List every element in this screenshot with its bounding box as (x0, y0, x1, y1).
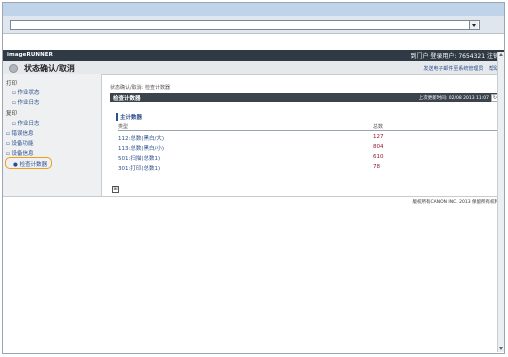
counter-type: 301:打印(总数1) (118, 166, 161, 172)
column-header-type: 类型 (118, 124, 129, 130)
user-area: 到门户 登录用户: 7654321 注销 (410, 51, 499, 60)
table-row: 113:总数(黑白/小) 804 (118, 143, 498, 152)
top-links: 发送电子邮件至系统管理员 帮助 (419, 65, 499, 72)
sidebar: 打印 ▫ 作业状态 ▫ 作业日志 复印 ▫ 作业日志 ▫ 错误信息 ▫ 设备功能… (3, 74, 102, 196)
counter-type: 501:扫描(总数1) (118, 156, 161, 162)
brand-logo: imageRUNNER (7, 52, 53, 58)
chevron-down-icon (472, 24, 476, 27)
sidebar-item-check-counter[interactable]: ● 检查计数器 (5, 157, 52, 169)
browser-window: imageRUNNER 到门户 登录用户: 7654321 注销 状态确认/取消… (2, 2, 505, 354)
section-title: 检查计数器 (113, 96, 141, 102)
breadcrumb: 状态确认/取消: 检查计数器 (110, 85, 170, 91)
portal-link[interactable]: 到门户 (410, 53, 428, 60)
expand-icon[interactable]: ⊞ (112, 186, 119, 193)
table-header: 类型 总数 (118, 123, 498, 131)
sidebar-item-device-functions[interactable]: ▫ 设备功能 (6, 139, 34, 147)
browser-toolbar (3, 16, 504, 34)
page-title-bar: 状态确认/取消 发送电子邮件至系统管理员 帮助 (3, 61, 504, 75)
page-title: 状态确认/取消 (24, 64, 75, 73)
email-admin-link[interactable]: 发送电子邮件至系统管理员 (423, 66, 483, 72)
counter-type: 113:总数(黑白/小) (118, 146, 164, 152)
vertical-scrollbar[interactable] (497, 52, 504, 352)
column-header-total: 总数 (373, 124, 384, 130)
sidebar-group-copy: 复印 (6, 111, 18, 117)
sidebar-item-print-job-log[interactable]: ▫ 作业日志 (12, 98, 40, 106)
address-dropdown-button[interactable] (469, 21, 478, 29)
counter-total: 127 (373, 134, 384, 140)
scroll-down-icon[interactable] (499, 347, 503, 350)
address-bar[interactable] (10, 20, 480, 30)
browser-titlebar (3, 3, 504, 16)
user-label: 登录用户: (430, 53, 457, 60)
app-header: imageRUNNER 到门户 登录用户: 7654321 注销 (3, 50, 504, 61)
panel-title: 主计数器 (116, 113, 142, 121)
footer-divider (3, 196, 504, 197)
table-row: 501:扫描(总数1) 610 (118, 153, 498, 162)
counter-total: 804 (373, 144, 384, 150)
table-row: 301:打印(总数1) 78 (118, 163, 498, 172)
sidebar-item-error-info[interactable]: ▫ 错误信息 (6, 129, 34, 137)
sidebar-item-copy-job-log[interactable]: ▫ 作业日志 (12, 119, 40, 127)
user-id: 7654321 (458, 53, 486, 60)
scroll-up-icon[interactable] (499, 53, 503, 56)
sidebar-item-device-info[interactable]: ▫ 设备信息 (6, 149, 34, 157)
counter-total: 610 (373, 154, 384, 160)
copyright-text: 版权所有CANON INC. 2013 保留所有权利 (412, 200, 499, 205)
sidebar-group-print: 打印 (6, 81, 18, 87)
last-update-text: 上次更新时间: 02/08 2013 11:07 (418, 96, 489, 101)
status-icon (9, 64, 18, 73)
counter-total: 78 (373, 164, 380, 170)
table-row: 112:总数(黑白/大) 127 (118, 133, 498, 142)
sidebar-item-print-job-status[interactable]: ▫ 作业状态 (12, 88, 40, 96)
counter-type: 112:总数(黑白/大) (118, 136, 164, 142)
section-header: 检查计数器 上次更新时间: 02/08 2013 11:07 ↻ (110, 93, 501, 102)
